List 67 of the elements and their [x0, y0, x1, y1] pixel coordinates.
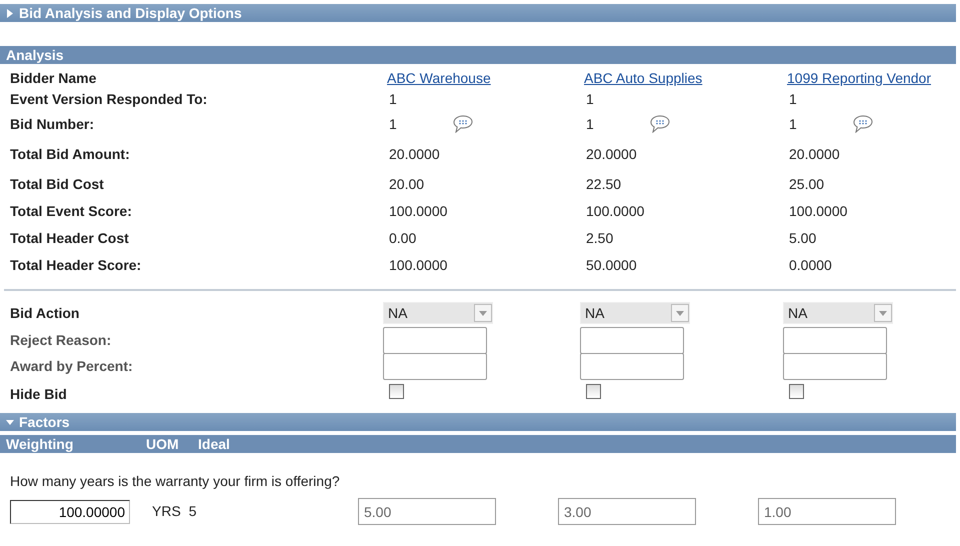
input-field[interactable]: [783, 353, 887, 380]
field-label: Award by Percent:: [9, 357, 134, 376]
dropdown[interactable]: NA: [580, 302, 690, 324]
weighting-field[interactable]: 100.00000: [10, 500, 130, 524]
response-field: 5.00: [358, 498, 496, 525]
comment-icon[interactable]: [852, 115, 873, 133]
field-label: Total Bid Amount:: [9, 144, 131, 164]
question-text: How many years is the warranty your firm is offering?: [9, 472, 341, 491]
field-label: Total Header Cost: [9, 228, 130, 248]
expand-icon[interactable]: [6, 8, 14, 18]
bidder-link[interactable]: ABC Auto Supplies: [582, 70, 702, 86]
checkbox[interactable]: [586, 384, 601, 398]
field-value: 2.50: [586, 228, 614, 248]
response-field: 1.00: [758, 498, 896, 525]
field-value: 100.0000: [586, 202, 644, 220]
input-field[interactable]: [383, 327, 487, 354]
field-label: Bid Number:: [9, 114, 95, 134]
field-value: 100.0000: [389, 202, 448, 220]
field-value: 100.0000: [789, 202, 848, 220]
comment-icon[interactable]: [650, 115, 670, 133]
comment-icon[interactable]: [452, 115, 473, 133]
column-header: UOM: [146, 436, 180, 452]
input-field[interactable]: [580, 353, 684, 380]
field-value: 50.0000: [586, 256, 637, 274]
column-header: Weighting: [6, 436, 74, 452]
dropdown[interactable]: NA: [383, 302, 493, 324]
checkbox[interactable]: [789, 384, 804, 398]
field-label: Event Version Responded To:: [9, 90, 208, 109]
column-header: Ideal: [198, 436, 231, 452]
field-value: 25.00: [789, 174, 824, 194]
field-value: 1: [789, 90, 797, 109]
dropdown[interactable]: NA: [783, 302, 893, 324]
field-value: 20.0000: [389, 144, 440, 164]
unit-label: YRS: [152, 502, 181, 521]
field-value: 1: [789, 114, 797, 134]
bidder-link[interactable]: 1099 Reporting Vendor: [785, 70, 931, 86]
field-value: 0.00: [389, 228, 416, 248]
field-value: 20.0000: [586, 144, 637, 164]
field-label: Reject Reason:: [9, 331, 112, 350]
field-value: 1: [586, 90, 594, 109]
field-value: 5.00: [789, 228, 816, 248]
field-value: 20.0000: [789, 144, 840, 164]
caret-icon: [479, 310, 487, 316]
ideal-value: 5: [188, 502, 197, 521]
field-label: Total Event Score:: [9, 202, 133, 220]
field-value: 20.00: [389, 174, 424, 194]
field-label: Bid Action: [9, 304, 80, 322]
field-value: 100.0000: [389, 256, 448, 274]
collapse-icon[interactable]: [6, 418, 14, 426]
section-header: Analysis: [0, 46, 956, 64]
field-value: 22.50: [586, 174, 622, 194]
field-label: Total Header Score:: [9, 256, 142, 274]
field-value: 1: [389, 114, 397, 134]
checkbox[interactable]: [389, 384, 404, 398]
field-label: Hide Bid: [9, 384, 68, 404]
input-field[interactable]: [383, 353, 487, 380]
field-value: 1: [586, 114, 594, 134]
field-label: Bidder Name: [9, 69, 98, 88]
response-field: 3.00: [558, 498, 696, 525]
caret-icon: [676, 310, 684, 316]
field-value: 1: [389, 90, 397, 109]
input-field[interactable]: [783, 327, 887, 354]
field-label: Total Bid Cost: [9, 174, 105, 194]
bidder-link[interactable]: ABC Warehouse: [385, 70, 491, 86]
caret-icon: [879, 310, 887, 316]
input-field[interactable]: [580, 327, 684, 354]
field-value: 0.0000: [789, 256, 832, 274]
